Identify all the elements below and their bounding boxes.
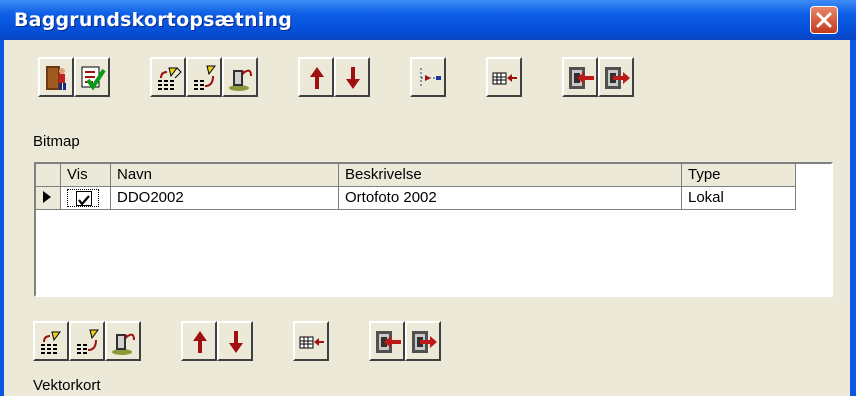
current-row-indicator <box>36 187 61 210</box>
export-icon <box>412 331 437 353</box>
window-title: Baggrundskortopsætning <box>14 9 292 31</box>
vektorkort-label: Vektorkort <box>33 377 101 394</box>
edit-grid-2-icon <box>194 65 216 90</box>
row-indicator-header <box>36 164 61 187</box>
ok-button[interactable] <box>74 57 110 97</box>
dialog-client-area: Bitmap Vis Navn Beskrivelse Type DDO2002… <box>4 40 850 396</box>
vector-edit-button[interactable] <box>33 321 69 361</box>
dialog-window: Baggrundskortopsætning Bitmap Vis Navn B… <box>0 0 856 396</box>
vector-move-up-button[interactable] <box>181 321 217 361</box>
navn-cell[interactable]: DDO2002 <box>111 187 339 210</box>
type-cell[interactable]: Lokal <box>682 187 796 210</box>
arrow-down-icon <box>229 331 243 353</box>
close-button[interactable] <box>810 6 838 34</box>
move-down-button[interactable] <box>334 57 370 97</box>
table-insert-icon <box>299 336 324 349</box>
title-bar[interactable]: Baggrundskortopsætning <box>0 0 856 40</box>
row-pointer-icon <box>43 191 51 203</box>
arrow-down-icon <box>346 67 360 89</box>
column-header-type[interactable]: Type <box>682 164 796 187</box>
edit-grid-2-icon <box>77 329 99 354</box>
column-header-beskrivelse[interactable]: Beskrivelse <box>339 164 682 187</box>
export-button[interactable] <box>598 57 634 97</box>
edit-button[interactable] <box>150 57 186 97</box>
bitmap-label: Bitmap <box>33 133 80 150</box>
arrow-up-icon <box>193 331 207 353</box>
column-header-navn[interactable]: Navn <box>111 164 339 187</box>
vis-cell <box>61 187 111 210</box>
edit-grid-icon <box>158 67 182 90</box>
close-icon <box>816 12 832 28</box>
vector-undo-button[interactable] <box>105 321 141 361</box>
bottom-toolbar <box>33 321 493 361</box>
bitmap-grid[interactable]: Vis Navn Beskrivelse Type DDO2002 Ortofo… <box>34 162 833 297</box>
vector-import-button[interactable] <box>369 321 405 361</box>
import-icon <box>569 67 594 89</box>
tree-insert-icon <box>420 68 441 88</box>
edit-button-2[interactable] <box>186 57 222 97</box>
export-icon <box>605 67 630 89</box>
edit-grid-icon <box>41 331 61 354</box>
vector-move-down-button[interactable] <box>217 321 253 361</box>
insert-tree-button[interactable] <box>410 57 446 97</box>
undo-stack-icon <box>229 69 252 91</box>
vector-edit-button-2[interactable] <box>69 321 105 361</box>
vector-export-button[interactable] <box>405 321 441 361</box>
table-insert-icon <box>492 72 517 85</box>
exit-door-icon <box>46 66 66 90</box>
vector-insert-table-button[interactable] <box>293 321 329 361</box>
top-toolbar <box>38 57 678 97</box>
import-button[interactable] <box>562 57 598 97</box>
vis-checkbox[interactable] <box>67 189 99 207</box>
arrow-up-icon <box>310 67 324 89</box>
column-header-vis[interactable]: Vis <box>61 164 111 187</box>
move-up-button[interactable] <box>298 57 334 97</box>
checkmark-icon <box>78 195 90 206</box>
checklist-ok-icon <box>81 66 106 91</box>
undo-button[interactable] <box>222 57 258 97</box>
beskrivelse-cell[interactable]: Ortofoto 2002 <box>339 187 682 210</box>
import-icon <box>376 331 401 353</box>
exit-button[interactable] <box>38 57 74 97</box>
undo-stack-icon <box>112 333 135 355</box>
insert-table-button[interactable] <box>486 57 522 97</box>
